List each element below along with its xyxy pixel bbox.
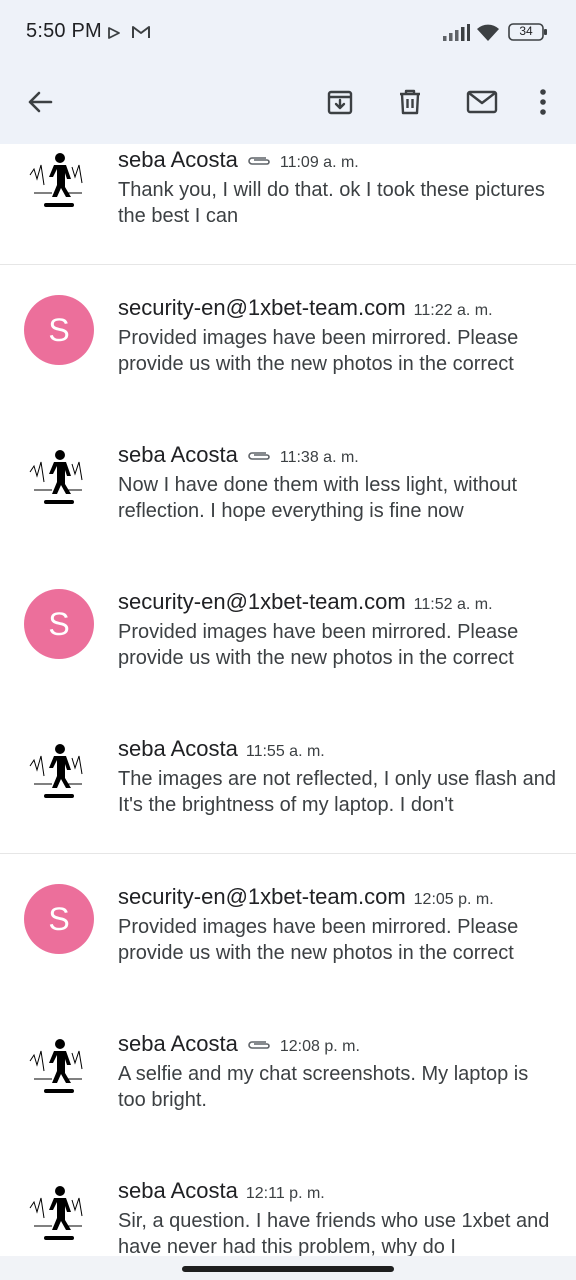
sender-avatar[interactable]: S bbox=[24, 884, 94, 954]
attachment-icon bbox=[246, 1038, 272, 1056]
message-snippet: The images are not reflected, I only use… bbox=[118, 768, 557, 816]
sender-name: seba Acosta bbox=[118, 147, 238, 172]
sender-name: security-en@1xbet-team.com bbox=[118, 295, 406, 320]
message-row[interactable]: seba Acosta 11:38 a. m. Now I have done t… bbox=[0, 412, 576, 560]
message-row[interactable]: seba Acosta 11:09 a. m. Thank you, I will… bbox=[0, 144, 576, 265]
sender-name: seba Acosta bbox=[118, 736, 238, 761]
message-row[interactable]: S security-en@1xbet-team.com 11:52 a. m. … bbox=[0, 559, 576, 706]
message-row[interactable]: S security-en@1xbet-team.com 11:22 a. m. … bbox=[0, 265, 576, 413]
attachment-icon bbox=[246, 154, 272, 172]
message-time: 11:38 a. m. bbox=[279, 449, 359, 466]
sender-name: seba Acosta bbox=[118, 1031, 238, 1056]
message-header: security-en@1xbet-team.com 12:05 p. m. bbox=[118, 884, 556, 910]
message-header: seba Acosta 11:55 a. m. bbox=[118, 736, 556, 762]
sender-avatar[interactable] bbox=[24, 1178, 94, 1248]
sender-avatar[interactable] bbox=[24, 1031, 94, 1101]
message-snippet: Provided images have been mirrored. Plea… bbox=[118, 621, 519, 669]
archive-button[interactable] bbox=[314, 78, 366, 130]
message-header: seba Acosta 12:08 p. m. bbox=[118, 1031, 556, 1057]
home-gesture-bar[interactable] bbox=[182, 1266, 394, 1272]
sender-name: security-en@1xbet-team.com bbox=[118, 589, 406, 614]
message-snippet: Now I have done them with less light, wi… bbox=[118, 474, 518, 522]
message-row[interactable]: S security-en@1xbet-team.com 12:05 p. m. … bbox=[0, 854, 576, 1002]
message-snippet: Provided images have been mirrored. Plea… bbox=[118, 327, 519, 375]
message-header: security-en@1xbet-team.com 11:22 a. m. bbox=[118, 295, 556, 321]
play-store-icon bbox=[108, 26, 120, 44]
message-row[interactable]: seba Acosta 12:11 p. m. Sir, a question. … bbox=[0, 1148, 576, 1260]
attachment-icon bbox=[246, 449, 272, 467]
message-snippet: Sir, a question. I have friends who use … bbox=[118, 1210, 550, 1258]
status-bar: 5:50 PM 34 bbox=[0, 0, 576, 64]
status-time: 5:50 PM bbox=[26, 20, 102, 42]
message-row[interactable]: seba Acosta 11:55 a. m. The images are no… bbox=[0, 706, 576, 854]
back-arrow-icon bbox=[26, 88, 54, 121]
more-options-button[interactable] bbox=[517, 78, 569, 130]
message-header: seba Acosta 11:09 a. m. bbox=[118, 147, 556, 173]
message-row[interactable]: seba Acosta 12:08 p. m. A selfie and my c… bbox=[0, 1001, 576, 1149]
sender-name: seba Acosta bbox=[118, 1178, 238, 1203]
message-time: 11:09 a. m. bbox=[279, 154, 359, 171]
more-vert-icon bbox=[538, 88, 548, 121]
message-time: 12:08 p. m. bbox=[279, 1038, 360, 1055]
message-snippet: Thank you, I will do that. ok I took the… bbox=[118, 179, 545, 227]
signal-icon bbox=[442, 24, 470, 47]
delete-icon bbox=[396, 88, 424, 121]
mark-unread-button[interactable] bbox=[456, 78, 508, 130]
message-time: 11:55 a. m. bbox=[245, 743, 325, 760]
archive-icon bbox=[326, 88, 354, 121]
sender-avatar[interactable]: S bbox=[24, 295, 94, 365]
message-thread-list: seba Acosta 11:09 a. m. Thank you, I will… bbox=[0, 144, 576, 1260]
message-time: 11:22 a. m. bbox=[413, 302, 493, 319]
message-time: 12:05 p. m. bbox=[413, 891, 494, 908]
gmail-icon bbox=[131, 24, 151, 45]
message-time: 11:52 a. m. bbox=[413, 596, 493, 613]
sender-name: seba Acosta bbox=[118, 442, 238, 467]
message-time: 12:11 p. m. bbox=[245, 1185, 325, 1202]
sender-avatar[interactable]: S bbox=[24, 589, 94, 659]
message-header: seba Acosta 11:38 a. m. bbox=[118, 442, 556, 468]
wifi-icon bbox=[476, 22, 500, 47]
sender-avatar[interactable] bbox=[24, 736, 94, 806]
message-snippet: A selfie and my chat screenshots. My lap… bbox=[118, 1063, 529, 1111]
battery-level: 34 bbox=[519, 24, 533, 38]
message-snippet: Provided images have been mirrored. Plea… bbox=[118, 916, 519, 964]
message-header: seba Acosta 12:11 p. m. bbox=[118, 1178, 556, 1204]
delete-button[interactable] bbox=[384, 78, 436, 130]
sender-avatar[interactable] bbox=[24, 442, 94, 512]
mark-unread-icon bbox=[466, 89, 498, 120]
sender-avatar[interactable] bbox=[24, 145, 94, 215]
back-button[interactable] bbox=[14, 78, 66, 130]
message-header: security-en@1xbet-team.com 11:52 a. m. bbox=[118, 589, 556, 615]
message-toolbar bbox=[0, 64, 576, 144]
sender-name: security-en@1xbet-team.com bbox=[118, 884, 406, 909]
